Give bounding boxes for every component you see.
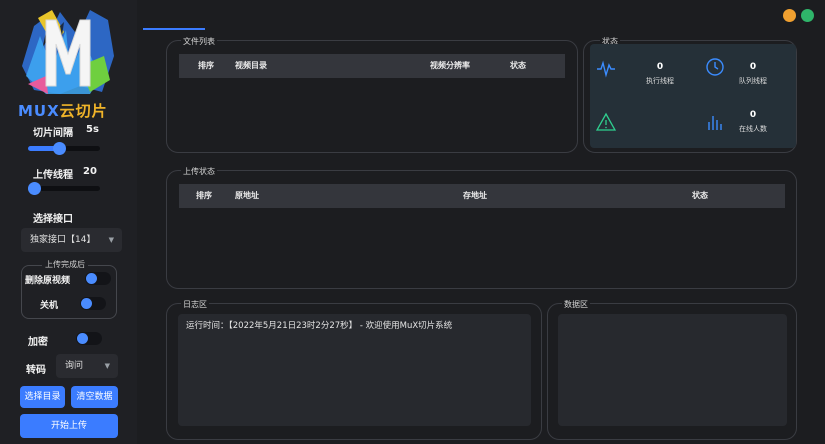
- clear-data-button[interactable]: 清空数据: [71, 386, 118, 408]
- upload-status-header: 排序 原地址 存地址 状态: [179, 184, 785, 208]
- toggle-knob: [86, 273, 97, 284]
- encrypt-toggle[interactable]: [76, 332, 102, 345]
- logo-wordmark: MUX云切片: [18, 100, 108, 121]
- data-textarea[interactable]: [558, 314, 787, 426]
- col-order: 排序: [198, 61, 214, 70]
- logo-wordmark-latin: MUX: [18, 102, 60, 120]
- start-upload-button[interactable]: 开始上传: [20, 414, 118, 438]
- slider-handle[interactable]: [53, 142, 66, 155]
- slice-interval-slider[interactable]: [28, 142, 100, 155]
- transcode-label: 转码: [26, 365, 46, 376]
- app-logo: [20, 6, 116, 98]
- online-users-label: 在线人数: [739, 125, 767, 133]
- after-upload-group: 上传完成后 删除原视频 关机: [21, 259, 117, 319]
- clock-icon: [706, 58, 724, 76]
- col-order: 排序: [196, 191, 212, 200]
- shutdown-label: 关机: [40, 301, 59, 311]
- sidebar: MUX云切片 切片间隔 5s 上传线程 20 选择接口 独家接口【14】 ▼ 上…: [0, 0, 137, 444]
- upload-threads-slider[interactable]: [28, 182, 100, 195]
- file-list-header: 排序 视频目录 视频分辨率 状态: [179, 54, 565, 78]
- delete-original-label: 删除原视频: [25, 276, 71, 286]
- toggle-knob: [81, 298, 92, 309]
- data-area-title: 数据区: [562, 299, 590, 310]
- interface-label: 选择接口: [33, 214, 73, 225]
- slice-interval-value: 5s: [86, 124, 99, 135]
- col-status: 状态: [692, 191, 708, 200]
- upload-threads-label: 上传线程: [33, 170, 73, 181]
- running-threads-label: 执行线程: [646, 77, 674, 85]
- upload-status-title: 上传状态: [181, 166, 217, 177]
- running-threads-value: 0: [656, 62, 664, 72]
- delete-original-toggle[interactable]: [85, 272, 111, 285]
- window-minimize-button[interactable]: [783, 9, 796, 22]
- queued-threads-value: 0: [749, 62, 757, 72]
- transcode-select-value: 询问: [65, 361, 84, 371]
- shutdown-toggle[interactable]: [80, 297, 106, 310]
- queued-threads-label: 队列线程: [739, 77, 767, 85]
- col-source-addr: 原地址: [235, 191, 259, 200]
- log-textarea[interactable]: 运行时间：【2022年5月21日23时2分27秒】 - 欢迎使用MuX切片系统: [178, 314, 531, 426]
- log-line: 运行时间：【2022年5月21日23时2分27秒】 - 欢迎使用MuX切片系统: [186, 321, 453, 331]
- col-status: 状态: [510, 61, 526, 70]
- chevron-down-icon: ▼: [104, 362, 110, 370]
- choose-dir-button[interactable]: 选择目录: [20, 386, 65, 408]
- toggle-knob: [77, 333, 88, 344]
- col-video-dir: 视频目录: [235, 61, 267, 70]
- col-resolution: 视频分辨率: [430, 61, 470, 70]
- transcode-select[interactable]: 询问 ▼: [56, 354, 118, 378]
- interface-select-value: 独家接口【14】: [30, 235, 96, 245]
- bar-chart-icon: [708, 116, 722, 130]
- encrypt-label: 加密: [28, 337, 48, 348]
- chevron-down-icon: ▼: [108, 236, 114, 244]
- tab-indicator: [143, 28, 205, 30]
- col-dest-addr: 存地址: [463, 191, 487, 200]
- interface-select[interactable]: 独家接口【14】 ▼: [21, 228, 122, 252]
- upload-threads-value: 20: [83, 166, 97, 177]
- status-box: 0 执行线程 0 队列线程 0 在线人数: [590, 44, 796, 148]
- pulse-icon: [597, 60, 615, 78]
- after-upload-title: 上传完成后: [42, 259, 88, 270]
- logo-wordmark-cn: 云切片: [59, 102, 108, 120]
- window-maximize-button[interactable]: [801, 9, 814, 22]
- slice-interval-label: 切片间隔: [33, 128, 73, 139]
- file-list-title: 文件列表: [181, 36, 217, 47]
- slider-handle[interactable]: [28, 182, 41, 195]
- warning-icon: [596, 112, 616, 131]
- log-title: 日志区: [181, 299, 209, 310]
- online-users-value: 0: [749, 110, 757, 120]
